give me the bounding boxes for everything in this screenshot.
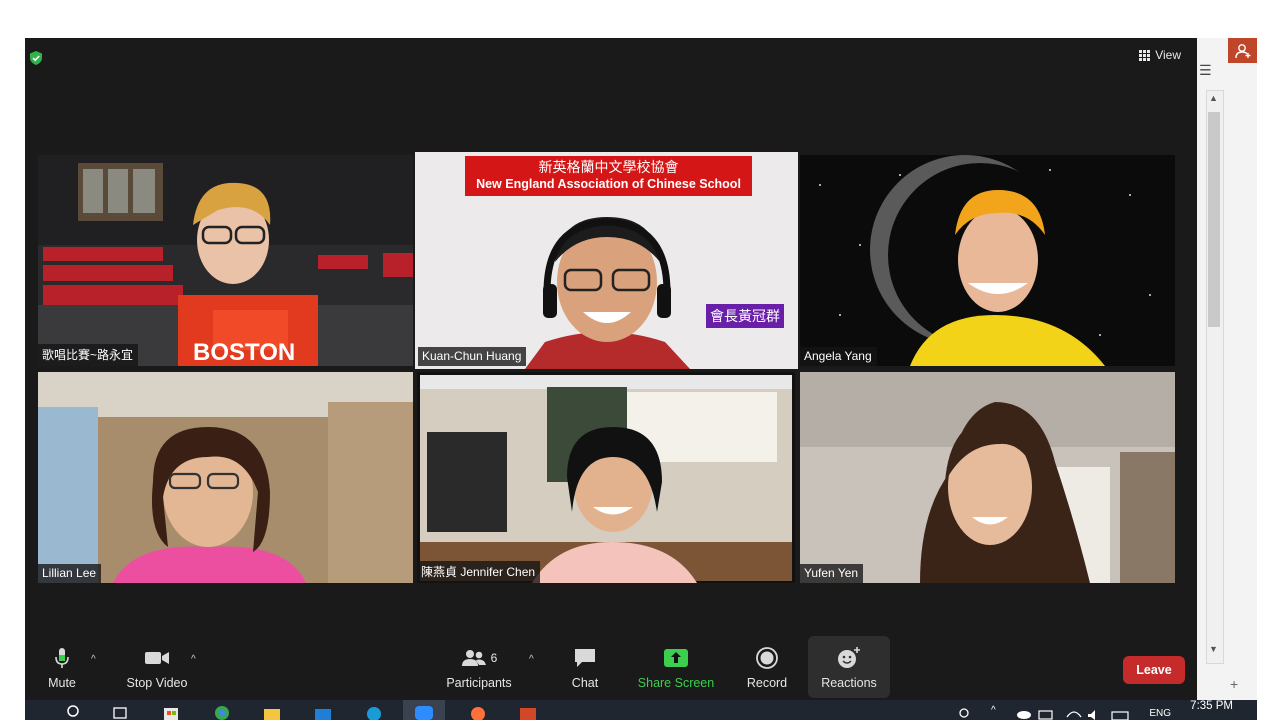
clock-time[interactable]: 7:35 PM [1190, 700, 1233, 712]
user-add-icon[interactable] [1228, 38, 1257, 63]
participant-name: Lillian Lee [38, 564, 102, 583]
scroll-down-icon[interactable]: ▼ [1209, 644, 1218, 654]
wifi-icon[interactable] [1065, 703, 1083, 720]
microphone-icon [39, 644, 85, 672]
keyboard-icon[interactable] [1111, 703, 1129, 720]
video-feed: BOSTON [38, 155, 413, 366]
add-icon[interactable]: + [1230, 676, 1238, 692]
input-language[interactable]: ENG [1149, 708, 1171, 719]
participant-name: 陳燕貞 Jennifer Chen [417, 561, 541, 583]
task-view-icon[interactable] [111, 703, 129, 720]
video-tile-5[interactable]: 陳燕貞 Jennifer Chen [417, 372, 795, 583]
participant-name: 歌唱比賽~路永宜 [38, 344, 139, 366]
participant-name: Kuan-Chun Huang [418, 347, 527, 366]
participants-icon: 6 [443, 644, 515, 672]
share-screen-icon [637, 644, 715, 672]
store-icon[interactable] [162, 703, 180, 720]
file-explorer-icon[interactable] [263, 703, 281, 720]
people-icon[interactable] [955, 703, 973, 720]
windows-taskbar: ^ ENG 7:35 PM [25, 700, 1257, 720]
zoom-app-icon [415, 706, 433, 720]
participant-name: Yufen Yen [800, 564, 864, 583]
record-icon [742, 644, 792, 672]
search-icon[interactable] [65, 703, 83, 720]
video-feed [800, 155, 1175, 366]
share-screen-button[interactable]: Share Screen [637, 644, 715, 690]
video-feed [38, 372, 413, 583]
onedrive-icon[interactable] [1015, 703, 1033, 720]
svg-text:BOSTON: BOSTON [193, 339, 295, 366]
zoom-taskbar-button[interactable] [403, 700, 445, 720]
video-tile-6[interactable]: Yufen Yen [800, 372, 1175, 583]
mute-button[interactable]: Mute [39, 644, 85, 690]
video-camera-icon [122, 644, 192, 672]
video-tile-3[interactable]: Angela Yang [800, 155, 1175, 366]
gallery-view-icon [1139, 49, 1151, 61]
leave-button[interactable]: Leave [1123, 656, 1185, 684]
battery-icon[interactable] [1037, 703, 1055, 720]
stop-video-label: Stop Video [126, 676, 188, 690]
meeting-toolbar: Mute ^ Stop Video ^ 6 Participants ^ Cha… [25, 636, 1197, 700]
audio-options-caret-icon[interactable]: ^ [91, 654, 96, 665]
powerpoint-icon[interactable] [519, 703, 537, 720]
video-tile-1[interactable]: BOSTON 歌唱比賽~路永宜 [38, 155, 413, 366]
chrome-icon[interactable] [213, 703, 231, 720]
video-feed [417, 372, 795, 583]
video-tile-4[interactable]: Lillian Lee [38, 372, 413, 583]
volume-icon[interactable] [1085, 703, 1103, 720]
menu-icon[interactable]: ☰ [1199, 62, 1212, 79]
record-button[interactable]: Record [742, 644, 792, 690]
chat-label: Chat [571, 676, 599, 690]
view-label: View [1155, 48, 1181, 62]
participants-options-caret-icon[interactable]: ^ [529, 654, 534, 665]
participant-name: Angela Yang [800, 347, 877, 366]
edge-icon[interactable] [365, 703, 383, 720]
emoji-add-icon [815, 644, 883, 672]
reactions-button[interactable]: Reactions [815, 644, 883, 690]
title-badge: 會長黃冠群 [706, 304, 784, 328]
record-label: Record [746, 676, 788, 690]
share-screen-label: Share Screen [637, 676, 715, 690]
stop-video-button[interactable]: Stop Video [122, 644, 192, 690]
zoom-meeting-window: View BOSTON 歌唱比賽~路永宜 新英格蘭中文學校協會 New Engl… [25, 38, 1197, 700]
participants-button[interactable]: 6 Participants [443, 644, 515, 690]
organization-banner: 新英格蘭中文學校協會 New England Association of Ch… [465, 156, 752, 196]
show-hidden-icons-icon[interactable]: ^ [991, 705, 996, 716]
scrollbar-thumb[interactable] [1208, 112, 1220, 327]
scroll-up-icon[interactable]: ▲ [1209, 93, 1218, 103]
chat-button[interactable]: Chat [565, 644, 605, 690]
mail-icon[interactable] [314, 703, 332, 720]
view-button[interactable]: View [1139, 48, 1181, 62]
video-tile-2-active-speaker[interactable]: 新英格蘭中文學校協會 New England Association of Ch… [415, 152, 798, 369]
banner-chinese-text: 新英格蘭中文學校協會 [538, 159, 679, 175]
participants-label: Participants [446, 676, 512, 690]
reactions-label: Reactions [821, 676, 877, 690]
mute-label: Mute [48, 676, 76, 690]
banner-english-text: New England Association of Chinese Schoo… [476, 177, 741, 191]
video-options-caret-icon[interactable]: ^ [191, 654, 196, 665]
firefox-icon[interactable] [469, 703, 487, 720]
chat-bubble-icon [565, 644, 605, 672]
video-feed [800, 372, 1175, 583]
participants-count: 6 [490, 651, 498, 665]
encryption-shield-icon[interactable] [29, 51, 43, 65]
